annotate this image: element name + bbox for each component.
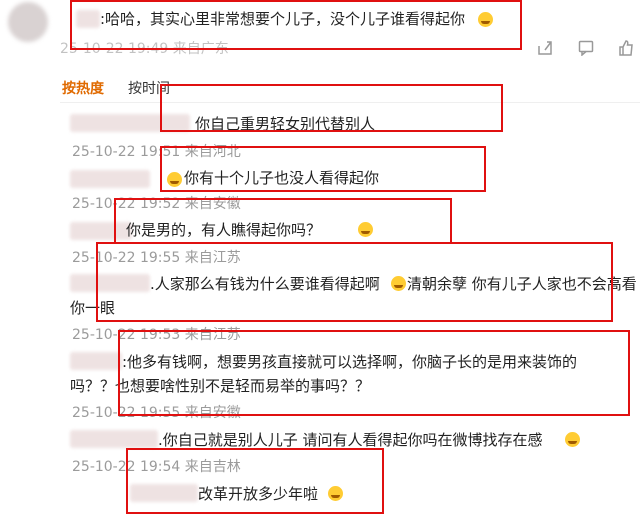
username-blurred[interactable] [70,352,122,370]
username-blurred[interactable] [70,274,150,292]
reply-meta: 25-10-22 19:53 来自江苏 [72,327,241,343]
reply-text: 你有十个儿子也没人看得起你 [184,169,380,187]
reply-text: 你自己重男轻女别代替别人 [195,115,376,133]
reply-meta: 25-10-22 19:55 来自江苏 [72,250,241,266]
tab-time[interactable]: 按时间 [128,80,170,98]
laughing-emoji-icon [565,432,580,447]
reply-text: 你是男的，有人瞧得起你吗？ [126,221,322,239]
reply-text-cont: 清朝余孽 你有儿子人家也不会高看 [407,275,637,293]
like-icon[interactable] [618,40,634,56]
reply-text: .你自己就是别人儿子 请问有人看得起你吗在微博找存在感 [158,431,543,449]
comment-icon[interactable] [578,40,594,56]
share-icon[interactable] [537,40,553,56]
reply-text: 改革开放多少年啦 [198,485,319,503]
comment-text: :哈哈，其实心里非常想要个儿子，没个儿子谁看得起你 [100,10,466,28]
reply-text: :他多有钱啊，想要男孩直接就可以选择啊，你脑子长的是用来装饰的 [122,353,578,371]
reply-text-line2: 吗？？也想要啥性别不是轻而易举的事吗？？ [70,377,371,395]
username-blurred[interactable] [130,484,198,502]
comment-meta: 25-10-22 19:49 来自广东 [60,41,229,57]
crying-emoji-icon [167,172,182,187]
reply-meta: 25-10-22 19:52 来自安徽 [72,196,241,212]
surprised-emoji-icon [358,222,373,237]
tab-hot[interactable]: 按热度 [62,80,104,98]
avatar[interactable] [8,2,48,42]
username-blurred[interactable] [70,114,190,132]
laughing-emoji-icon [478,12,493,27]
reply-text: .人家那么有钱为什么要谁看得起啊 [150,275,380,293]
username-blurred[interactable] [76,10,100,28]
username-blurred[interactable] [70,170,150,188]
laughing-emoji-icon [328,486,343,501]
grimace-emoji-icon [391,276,406,291]
reply-meta: 25-10-22 19:54 来自吉林 [72,459,241,475]
username-blurred[interactable] [70,222,132,240]
tab-divider [60,102,640,103]
reply-meta: 25-10-22 19:55 来自安徽 [72,405,241,421]
reply-text-line2: 你一眼 [70,299,116,317]
reply-meta: 25-10-22 19:51 来自河北 [72,144,241,160]
username-blurred[interactable] [70,430,158,448]
